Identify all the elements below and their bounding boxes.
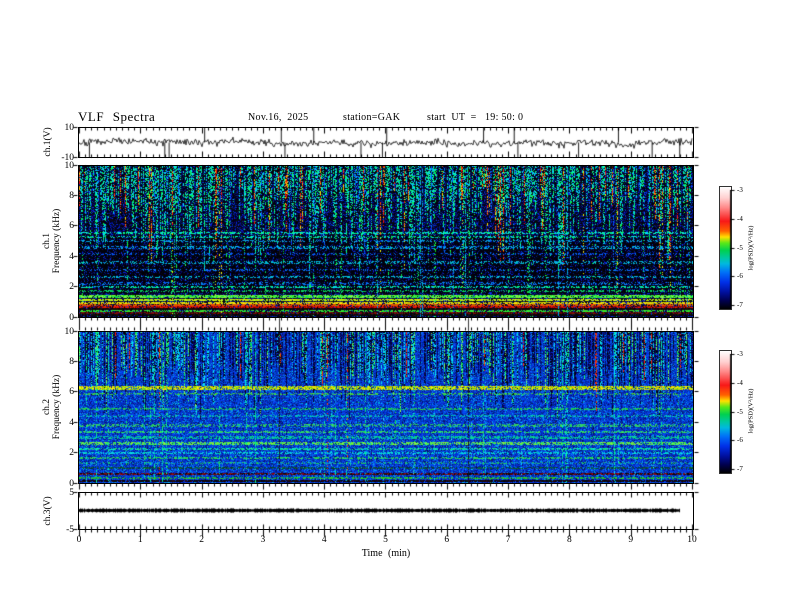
ch1-spectrogram-panel <box>78 165 694 318</box>
colorbar-ch2-tick-label: -6 <box>737 436 743 445</box>
header-station: station=GAK <box>343 112 401 123</box>
page-title: VLF Spectra <box>78 109 156 124</box>
time-axis-tick-label: 5 <box>383 535 388 545</box>
colorbar-ch2-tick-label: -4 <box>737 378 743 387</box>
ch2-frequency-axis-label-line1: ch.2 <box>42 398 52 416</box>
header-start-ut: start UT = 19: 50: 0 <box>427 112 524 123</box>
ch2-frequency-axis-label-line2: Frequency (kHz) <box>52 374 62 440</box>
colorbar-ch2 <box>719 350 732 474</box>
colorbar-ch1-tick-label: -4 <box>737 214 743 223</box>
ch2-spectrogram-ytick-label: 10 <box>64 326 75 337</box>
ch2-spectrogram-ytick-label: 6 <box>69 387 74 398</box>
ch1-spectrogram-ytick-label: 4 <box>69 251 74 262</box>
header-date: Nov.16, 2025 <box>248 112 309 123</box>
ch1-spectrogram-ytick-label: 6 <box>69 221 74 232</box>
ch1-waveform-panel <box>78 127 694 158</box>
colorbar-ch2-tick-label: -3 <box>737 350 743 358</box>
colorbar-ch1-tick-label: -7 <box>737 301 743 309</box>
time-axis-tick-label: 7 <box>505 535 511 545</box>
ch1-spectrogram-ytick-label: 10 <box>64 160 75 171</box>
ch3-waveform-canvas <box>79 493 693 529</box>
colorbar-ch1-title: log(PSD)(V²/Hz) <box>747 225 755 271</box>
ch1-waveform-canvas <box>79 128 693 157</box>
colorbar-ch2-tick-label: -7 <box>737 465 743 473</box>
ch2-spectrogram-ytick-label: 2 <box>69 448 74 459</box>
ch2-spectrogram-ytick-label: 8 <box>69 356 74 367</box>
ch1-spectrogram-ytick-label: 2 <box>69 282 74 293</box>
ch1-waveform-ytick-label: 10 <box>64 122 75 133</box>
time-axis-tick-label: 9 <box>628 535 634 545</box>
time-axis-tick-label: 8 <box>567 535 572 545</box>
vlf-spectra-figure: VLF Spectra Nov.16, 2025 station=GAK sta… <box>0 0 792 612</box>
ch3-waveform-ytick-label: 5 <box>69 487 74 498</box>
time-axis-label: Time (min) <box>361 548 411 559</box>
time-axis-tick-label: 2 <box>199 535 204 545</box>
ch1-spectrogram-canvas <box>79 166 693 317</box>
colorbar-ch1-tick-label: -6 <box>737 272 743 281</box>
ch1-frequency-axis-label: ch.1 Frequency (kHz) <box>42 209 62 274</box>
ch2-spectrogram-panel <box>78 331 694 484</box>
colorbar-ch1-tick-label: -5 <box>737 243 743 252</box>
ch3-voltage-axis-label: ch.3(V) <box>43 496 53 526</box>
ch1-spectrogram-ytick-label: 8 <box>69 190 74 201</box>
time-axis-tick-label: 3 <box>260 535 266 545</box>
ch2-spectrogram-canvas <box>79 332 693 483</box>
colorbar-ch2-tick-label: -5 <box>737 407 743 416</box>
time-axis-tick-label: 6 <box>444 535 450 545</box>
ch3-waveform-ytick-label: -5 <box>66 524 74 535</box>
colorbar-ch1-tick-label: -3 <box>737 186 743 194</box>
colorbar-ch1 <box>719 186 732 310</box>
ch3-waveform-panel <box>78 492 694 530</box>
ch2-spectrogram-ytick-label: 4 <box>69 417 74 428</box>
time-axis-tick-label: 1 <box>137 535 143 545</box>
ch1-frequency-axis-label-line1: ch.1 <box>42 232 52 250</box>
colorbar-ch2-title: log(PSD)(V²/Hz) <box>747 388 755 434</box>
ch1-frequency-axis-label-line2: Frequency (kHz) <box>52 208 62 274</box>
time-axis-tick-label: 10 <box>687 535 697 545</box>
time-axis-tick-label: 0 <box>76 535 82 545</box>
ch2-frequency-axis-label: ch.2 Frequency (kHz) <box>42 375 62 440</box>
time-axis-tick-label: 4 <box>321 535 327 545</box>
ch1-spectrogram-ytick-label: 0 <box>69 312 74 323</box>
